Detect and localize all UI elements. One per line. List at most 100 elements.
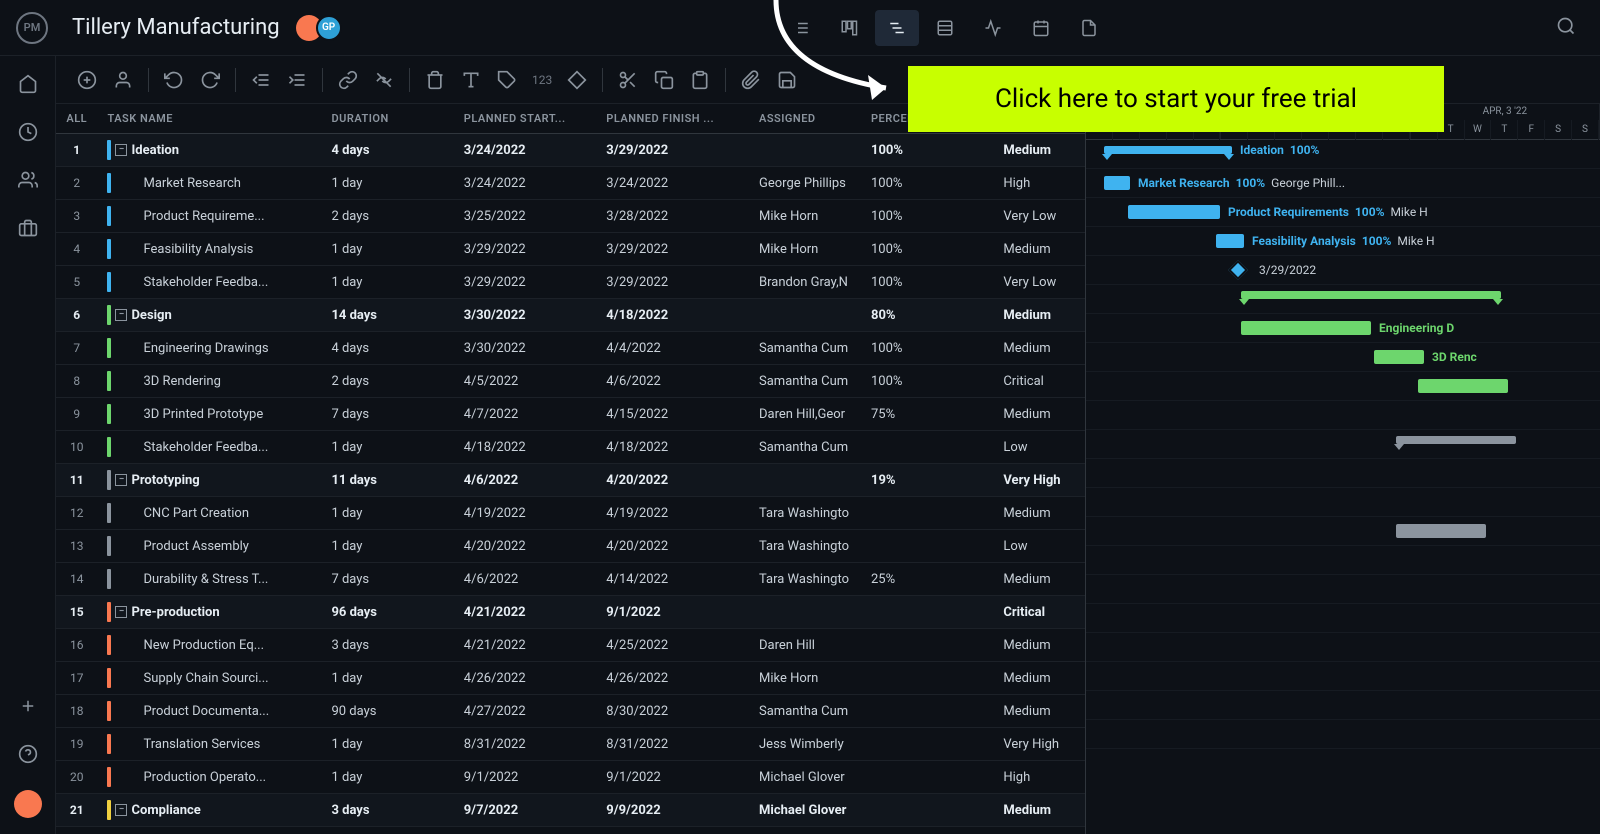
project-title[interactable]: Tillery Manufacturing [72, 15, 280, 40]
gantt-row[interactable] [1086, 430, 1600, 459]
recent-icon[interactable] [16, 120, 40, 144]
task-table[interactable]: ALL TASK NAME DURATION PLANNED START... … [56, 104, 1086, 834]
table-row[interactable]: 5Stakeholder Feedba...1 day3/29/20223/29… [56, 266, 1085, 299]
gantt-row[interactable] [1086, 488, 1600, 517]
col-planned-start[interactable]: PLANNED START... [454, 104, 597, 134]
cta-banner[interactable]: Click here to start your free trial [908, 66, 1444, 132]
paste-icon[interactable] [685, 65, 715, 95]
collapse-icon[interactable]: − [115, 804, 127, 816]
table-row[interactable]: 11−Prototyping11 days4/6/20224/20/202219… [56, 464, 1085, 497]
redo-icon[interactable] [195, 65, 225, 95]
collapse-icon[interactable]: − [115, 144, 127, 156]
avatar[interactable]: GP [316, 15, 342, 41]
user-avatar[interactable] [14, 790, 42, 818]
gantt-row[interactable]: 3D Renc [1086, 343, 1600, 372]
table-row[interactable]: 2Market Research1 day3/24/20223/24/2022G… [56, 167, 1085, 200]
gantt-bar[interactable] [1418, 379, 1508, 393]
attach-icon[interactable] [736, 65, 766, 95]
table-row[interactable]: 19Translation Services1 day8/31/20228/31… [56, 728, 1085, 761]
undo-icon[interactable] [159, 65, 189, 95]
collapse-icon[interactable]: − [115, 309, 127, 321]
project-members[interactable]: GP [296, 15, 342, 41]
search-icon[interactable] [1548, 8, 1584, 48]
gantt-row[interactable]: Ideation100% [1086, 140, 1600, 169]
gantt-row[interactable] [1086, 546, 1600, 575]
collapse-icon[interactable]: − [115, 474, 127, 486]
table-row[interactable]: 6−Design14 days3/30/20224/18/202280%Medi… [56, 299, 1085, 332]
table-row[interactable]: 16New Production Eq...3 days4/21/20224/2… [56, 629, 1085, 662]
gantt-row[interactable] [1086, 401, 1600, 430]
table-row[interactable]: 93D Printed Prototype7 days4/7/20224/15/… [56, 398, 1085, 431]
gantt-row[interactable]: Market Research100%George Phill... [1086, 169, 1600, 198]
list-view-icon[interactable] [779, 10, 823, 46]
gantt-row[interactable] [1086, 575, 1600, 604]
briefcase-icon[interactable] [16, 216, 40, 240]
milestone-icon[interactable] [1228, 260, 1248, 280]
table-row[interactable]: 12CNC Part Creation1 day4/19/20224/19/20… [56, 497, 1085, 530]
collapse-icon[interactable]: − [115, 606, 127, 618]
gantt-row[interactable] [1086, 662, 1600, 691]
gantt-bar[interactable] [1396, 436, 1516, 444]
unlink-icon[interactable] [369, 65, 399, 95]
app-logo[interactable]: PM [16, 12, 48, 44]
col-duration[interactable]: DURATION [321, 104, 453, 134]
board-view-icon[interactable] [827, 10, 871, 46]
gantt-row[interactable] [1086, 720, 1600, 749]
col-task-name[interactable]: TASK NAME [97, 104, 321, 134]
col-planned-finish[interactable]: PLANNED FINISH ... [596, 104, 749, 134]
gantt-bar[interactable]: Ideation100% [1104, 146, 1232, 154]
table-row[interactable]: 18Product Documenta...90 days4/27/20228/… [56, 695, 1085, 728]
outdent-icon[interactable] [246, 65, 276, 95]
col-all[interactable]: ALL [56, 104, 97, 134]
table-row[interactable]: 7Engineering Drawings4 days3/30/20224/4/… [56, 332, 1085, 365]
table-row[interactable]: 15−Pre-production96 days4/21/20229/1/202… [56, 596, 1085, 629]
table-row[interactable]: 17Supply Chain Sourci...1 day4/26/20224/… [56, 662, 1085, 695]
home-icon[interactable] [16, 72, 40, 96]
gantt-row[interactable]: Feasibility Analysis100%Mike H [1086, 227, 1600, 256]
gantt-row[interactable]: Engineering D [1086, 314, 1600, 343]
gantt-row[interactable] [1086, 372, 1600, 401]
team-icon[interactable] [16, 168, 40, 192]
table-row[interactable]: 83D Rendering2 days4/5/20224/6/2022Saman… [56, 365, 1085, 398]
table-row[interactable]: 1−Ideation4 days3/24/20223/29/2022100%Me… [56, 134, 1085, 167]
gantt-row[interactable]: Product Requirements100%Mike H [1086, 198, 1600, 227]
gantt-bar[interactable] [1396, 524, 1486, 538]
gantt-bar[interactable] [1241, 291, 1501, 299]
table-row[interactable]: 20Production Operato...1 day9/1/20229/1/… [56, 761, 1085, 794]
gantt-bar[interactable]: Engineering D [1241, 321, 1371, 335]
sheet-view-icon[interactable] [923, 10, 967, 46]
gantt-bar[interactable]: Product Requirements100%Mike H [1128, 205, 1220, 219]
gantt-row[interactable] [1086, 517, 1600, 546]
delete-icon[interactable] [420, 65, 450, 95]
gantt-view-icon[interactable] [875, 10, 919, 46]
gantt-row[interactable] [1086, 633, 1600, 662]
calendar-view-icon[interactable] [1019, 10, 1063, 46]
help-icon[interactable] [16, 742, 40, 766]
copy-icon[interactable] [649, 65, 679, 95]
cut-icon[interactable] [613, 65, 643, 95]
gantt-chart[interactable]: n, 20 '22WTFSSMAR, 27 '22MTWTFSSAPR, 3 '… [1086, 104, 1600, 834]
text-format-icon[interactable] [456, 65, 486, 95]
indent-icon[interactable] [282, 65, 312, 95]
table-row[interactable]: 3Product Requireme...2 days3/25/20223/28… [56, 200, 1085, 233]
gantt-row[interactable] [1086, 459, 1600, 488]
table-row[interactable]: 13Product Assembly1 day4/20/20224/20/202… [56, 530, 1085, 563]
table-row[interactable]: 14Durability & Stress T...7 days4/6/2022… [56, 563, 1085, 596]
col-assigned[interactable]: ASSIGNED [749, 104, 861, 134]
priority-icon[interactable] [562, 65, 592, 95]
gantt-row[interactable] [1086, 604, 1600, 633]
gantt-row[interactable]: 3/29/2022 [1086, 256, 1600, 285]
gantt-bar[interactable]: Feasibility Analysis100%Mike H [1216, 234, 1244, 248]
link-icon[interactable] [333, 65, 363, 95]
add-task-icon[interactable] [72, 65, 102, 95]
assign-icon[interactable] [108, 65, 138, 95]
activity-view-icon[interactable] [971, 10, 1015, 46]
gantt-row[interactable] [1086, 285, 1600, 314]
tag-icon[interactable] [492, 65, 522, 95]
gantt-row[interactable] [1086, 691, 1600, 720]
table-row[interactable]: 4Feasibility Analysis1 day3/29/20223/29/… [56, 233, 1085, 266]
number-format[interactable]: 123 [528, 73, 556, 87]
save-icon[interactable] [772, 65, 802, 95]
table-row[interactable]: 21−Compliance3 days9/7/20229/9/2022Micha… [56, 794, 1085, 827]
files-view-icon[interactable] [1067, 10, 1111, 46]
